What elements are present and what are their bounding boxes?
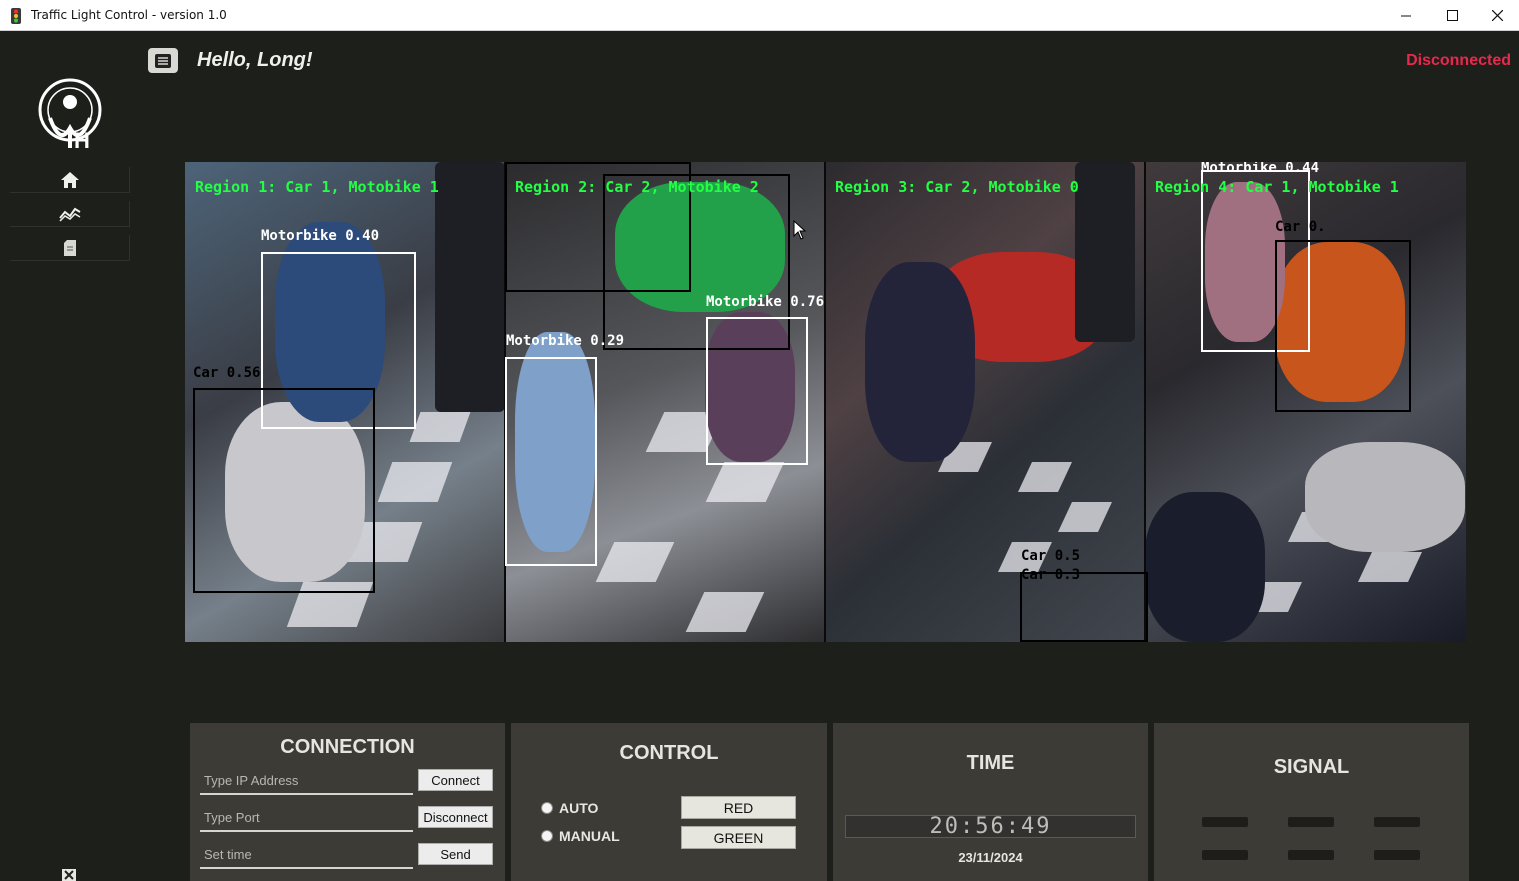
signal-light — [1374, 850, 1420, 860]
detection-label: Car 0. — [1275, 219, 1326, 235]
connect-button[interactable]: Connect — [418, 769, 493, 791]
sidebar-item-chart[interactable] — [10, 201, 130, 227]
disconnect-button[interactable]: Disconnect — [418, 806, 493, 828]
camera-region-3 — [825, 162, 1145, 642]
detection-box — [505, 357, 597, 566]
connection-panel: CONNECTION Connect Disconnect Send — [190, 723, 505, 881]
sidebar-item-document[interactable] — [10, 235, 130, 261]
detection-box — [193, 388, 375, 593]
region-count-label: Region 3: Car 2, Motobike 0 — [835, 178, 1079, 196]
detection-label: Car 0.3 — [1021, 567, 1081, 583]
maximize-button[interactable] — [1429, 0, 1475, 31]
detection-box — [1275, 240, 1411, 412]
detection-label: Motorbike 0.44 — [1201, 162, 1320, 176]
date-label: 23/11/2024 — [958, 850, 1023, 865]
signal-light — [1374, 817, 1420, 827]
red-button[interactable]: RED — [681, 796, 796, 819]
detection-label: Car 0.5 — [1021, 548, 1081, 564]
detection-box — [706, 317, 808, 465]
radio-button-icon[interactable] — [541, 802, 553, 814]
signal-light — [1202, 850, 1248, 860]
region-divider — [1144, 162, 1146, 642]
signal-light — [1288, 850, 1334, 860]
time-title: TIME — [966, 752, 1015, 774]
window-title: Traffic Light Control - version 1.0 — [31, 8, 227, 22]
minimize-icon — [1401, 15, 1411, 16]
control-title: CONTROL — [619, 742, 719, 764]
close-sidebar-icon[interactable] — [62, 869, 76, 881]
region-count-label: Region 2: Car 2, Motobike 2 — [515, 178, 759, 196]
sidebar-item-home[interactable] — [10, 167, 130, 193]
traffic-light-icon — [11, 8, 21, 24]
title-bar: Traffic Light Control - version 1.0 — [0, 0, 1519, 31]
detection-label: Motorbike 0.40 — [261, 228, 380, 244]
port-field[interactable] — [200, 806, 413, 832]
region-count-label: Region 4: Car 1, Motobike 1 — [1155, 178, 1399, 196]
digital-clock: 20:56:49 — [845, 814, 1136, 839]
signal-light — [1202, 817, 1248, 827]
home-icon — [60, 171, 79, 188]
detection-label: Motorbike 0.29 — [506, 333, 625, 349]
menu-icon — [155, 53, 171, 68]
set-time-input[interactable] — [200, 843, 413, 865]
auto-radio[interactable]: AUTO — [541, 800, 598, 816]
connection-title: CONNECTION — [280, 736, 415, 758]
camera-feed: Motorbike 0.40 Car 0.56 Motorbike 0.29 M… — [185, 162, 1466, 642]
connection-status: Disconnected — [1406, 52, 1511, 69]
ip-address-input[interactable] — [200, 769, 413, 791]
detection-label: Car 0.56 — [193, 365, 261, 381]
manual-radio[interactable]: MANUAL — [541, 828, 620, 844]
signal-light — [1288, 817, 1334, 827]
signal-panel: SIGNAL — [1154, 723, 1469, 881]
detection-label: Motorbike 0.76 — [706, 294, 825, 310]
close-icon — [1491, 10, 1503, 21]
manual-label: MANUAL — [559, 828, 620, 844]
greeting-text: Hello, Long! — [197, 49, 313, 71]
university-logo-icon: H — [38, 78, 102, 153]
document-icon — [63, 239, 76, 256]
set-time-field[interactable] — [200, 843, 413, 869]
cursor-icon — [793, 220, 807, 240]
close-button[interactable] — [1474, 0, 1519, 31]
port-input[interactable] — [200, 806, 413, 828]
maximize-icon — [1446, 10, 1458, 21]
green-button[interactable]: GREEN — [681, 826, 796, 849]
sidebar: H — [0, 31, 140, 881]
region-divider — [824, 162, 826, 642]
radio-button-icon[interactable] — [541, 830, 553, 842]
control-panel: CONTROL AUTO MANUAL RED GREEN — [511, 723, 827, 881]
send-button[interactable]: Send — [418, 843, 493, 865]
ip-address-field[interactable] — [200, 769, 413, 795]
signal-title: SIGNAL — [1273, 756, 1350, 778]
menu-button[interactable] — [148, 48, 178, 73]
time-panel: TIME 20:56:49 23/11/2024 — [833, 723, 1148, 881]
svg-text:H: H — [74, 128, 90, 153]
minimize-button[interactable] — [1383, 0, 1429, 31]
auto-label: AUTO — [559, 800, 599, 816]
region-count-label: Region 1: Car 1, Motobike 1 — [195, 178, 439, 196]
chart-icon — [58, 207, 81, 222]
